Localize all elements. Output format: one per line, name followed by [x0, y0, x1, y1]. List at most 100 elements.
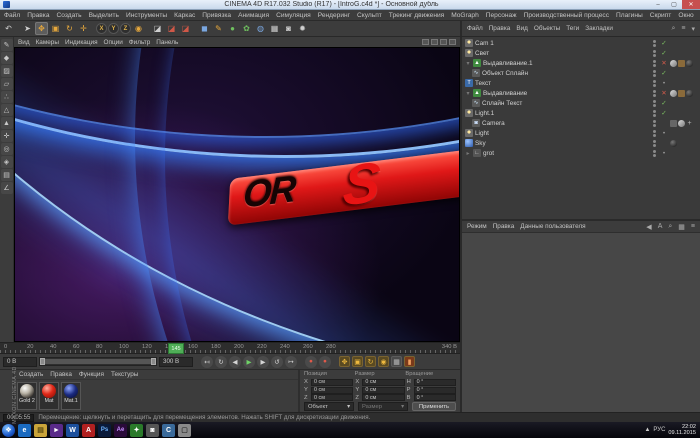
move-tool-icon[interactable]: ✥	[35, 22, 48, 35]
menu-plugins[interactable]: Плагины	[616, 12, 643, 19]
pos-z-field[interactable]: 0 см	[311, 394, 353, 401]
material-tag-icon[interactable]	[670, 140, 677, 147]
expand-icon[interactable]: ▾	[465, 60, 471, 67]
add-deformer-icon[interactable]: ◍	[254, 22, 267, 35]
close-button[interactable]: ✕	[682, 0, 700, 9]
menu-pipeline[interactable]: Производственный процесс	[524, 12, 609, 19]
menu-edit[interactable]: Правка	[27, 12, 49, 19]
rotate-tool-icon[interactable]: ↻	[63, 22, 76, 35]
menu-character[interactable]: Персонаж	[486, 12, 517, 19]
visibility-dots[interactable]	[650, 150, 658, 157]
cinema4d-taskbar-icon[interactable]: C	[162, 424, 175, 437]
material-gold[interactable]: Gold 2	[17, 382, 37, 410]
size-x-field[interactable]: 0 см	[362, 379, 404, 386]
rot-h-field[interactable]: 0 °	[414, 379, 456, 386]
visibility-dots[interactable]	[650, 70, 658, 77]
polygons-mode-icon[interactable]: ▲	[1, 117, 13, 129]
mat-menu-create[interactable]: Создать	[19, 371, 43, 378]
range-start-field[interactable]: 0 B	[3, 357, 37, 367]
expand-icon[interactable]: ▾	[465, 90, 471, 97]
apply-button[interactable]: Применить	[412, 402, 456, 411]
object-row-extrude1[interactable]: ▾ ▲ Выдавливание.1 ✕	[462, 58, 700, 68]
after-effects-icon[interactable]: Ae	[114, 424, 127, 437]
model-mode-icon[interactable]: ◆	[1, 52, 13, 64]
add-camera-icon[interactable]: ◙	[282, 22, 295, 35]
menu-script[interactable]: Скрипт	[650, 12, 672, 19]
menu-file[interactable]: Файл	[4, 12, 20, 19]
material-tag-icon[interactable]	[686, 90, 693, 97]
next-frame-button[interactable]: ▶	[257, 356, 269, 368]
photoshop-icon[interactable]: Ps	[98, 424, 111, 437]
menu-icon[interactable]: ≡	[691, 223, 695, 230]
menu-sculpt[interactable]: Скульпт	[357, 12, 382, 19]
menu-window[interactable]: Окно	[678, 12, 693, 19]
mat-menu-edit[interactable]: Правка	[50, 371, 72, 378]
om-menu-tags[interactable]: Теги	[566, 25, 579, 32]
material-navy[interactable]: Mat.1	[61, 382, 81, 410]
toggle-views-icon[interactable]	[449, 39, 456, 45]
render-settings-icon[interactable]: ◪	[179, 22, 192, 35]
key-position-toggle[interactable]: ✥	[339, 356, 350, 367]
visibility-dots[interactable]	[650, 130, 658, 137]
coord-system-icon[interactable]: ◉	[132, 22, 145, 35]
menu-mograph[interactable]: MoGraph	[451, 12, 479, 19]
add-mograph-icon[interactable]: ✿	[240, 22, 253, 35]
loop-button[interactable]: ↻	[215, 356, 227, 368]
visibility-dots[interactable]	[650, 100, 658, 107]
mat-menu-textures[interactable]: Текстуры	[111, 371, 138, 378]
font-icon[interactable]: A	[658, 223, 663, 230]
object-row-text[interactable]: T Текст •	[462, 78, 700, 88]
am-menu-userdata[interactable]: Данные пользователя	[520, 223, 585, 230]
lock-z-icon[interactable]: Z	[120, 23, 131, 34]
menu-simulate[interactable]: Симуляция	[276, 12, 311, 19]
pos-x-field[interactable]: 0 см	[311, 379, 353, 386]
object-row-svet[interactable]: ✹ Свет ✓	[462, 48, 700, 58]
size-mode-dropdown[interactable]: Размер ▾	[358, 402, 408, 411]
timeline-scrubber[interactable]: 145	[168, 343, 184, 354]
coord-system-dropdown[interactable]: Объект ▾	[304, 402, 354, 411]
capture-icon[interactable]: ◙	[146, 424, 159, 437]
texture-tag-icon[interactable]	[678, 90, 685, 97]
key-rotation-toggle[interactable]: ↻	[365, 356, 376, 367]
am-menu-edit[interactable]: Правка	[493, 223, 515, 230]
vp-menu-panel[interactable]: Панель	[156, 39, 178, 46]
start-button[interactable]: ❖	[2, 424, 15, 437]
minimize-button[interactable]: –	[650, 0, 666, 9]
object-row-light1[interactable]: ✹ Light.1 ✓	[462, 108, 700, 118]
record-keyframe-button[interactable]: ●	[305, 356, 317, 368]
vp-menu-view[interactable]: Вид	[18, 39, 30, 46]
taskbar-clock[interactable]: 22:02 09.11.2015	[668, 424, 698, 436]
visibility-dots[interactable]	[650, 110, 658, 117]
pan-view-icon[interactable]	[422, 39, 429, 45]
add-light-icon[interactable]: ✹	[296, 22, 309, 35]
mat-menu-function[interactable]: Функция	[79, 371, 104, 378]
maximize-button[interactable]: ▢	[666, 0, 682, 9]
expand-icon[interactable]: ▸	[465, 150, 471, 157]
target-tag-icon[interactable]	[678, 120, 685, 127]
viewport-canvas[interactable]: OR S	[14, 47, 460, 342]
vp-menu-cameras[interactable]: Камеры	[36, 39, 59, 46]
media-player-icon[interactable]: ►	[50, 424, 63, 437]
enable-axis-icon[interactable]: ✛	[1, 130, 13, 142]
collapse-icon[interactable]: ▾	[691, 25, 695, 33]
utility-icon[interactable]: ✦	[130, 424, 143, 437]
visibility-dots[interactable]	[650, 40, 658, 47]
object-row-camera[interactable]: ◙ Camera +	[462, 118, 700, 128]
points-mode-icon[interactable]: ∴	[1, 91, 13, 103]
zoom-view-icon[interactable]	[431, 39, 438, 45]
om-menu-objects[interactable]: Объекты	[534, 25, 560, 32]
menu-mesh[interactable]: Каркас	[174, 12, 195, 19]
phong-tag-icon[interactable]	[670, 60, 677, 67]
quantize-icon[interactable]: ∠	[1, 182, 13, 194]
workplane-mode-icon[interactable]: ▱	[1, 78, 13, 90]
timeline-ruler[interactable]: 0 20 40 60 80 100 120 140 160 180 200 22…	[0, 342, 460, 354]
add-generator-icon[interactable]: ●	[226, 22, 239, 35]
filter-icon[interactable]: ≡	[681, 25, 685, 32]
live-selection-icon[interactable]: ➤	[21, 22, 34, 35]
cycle-button[interactable]: ↺	[271, 356, 283, 368]
size-y-field[interactable]: 0 см	[362, 387, 404, 394]
goto-end-button[interactable]: ↦	[285, 356, 297, 368]
object-row-sky[interactable]: Sky	[462, 138, 700, 148]
search-icon[interactable]: ⌕	[668, 223, 672, 231]
menu-snap[interactable]: Привязка	[202, 12, 231, 19]
